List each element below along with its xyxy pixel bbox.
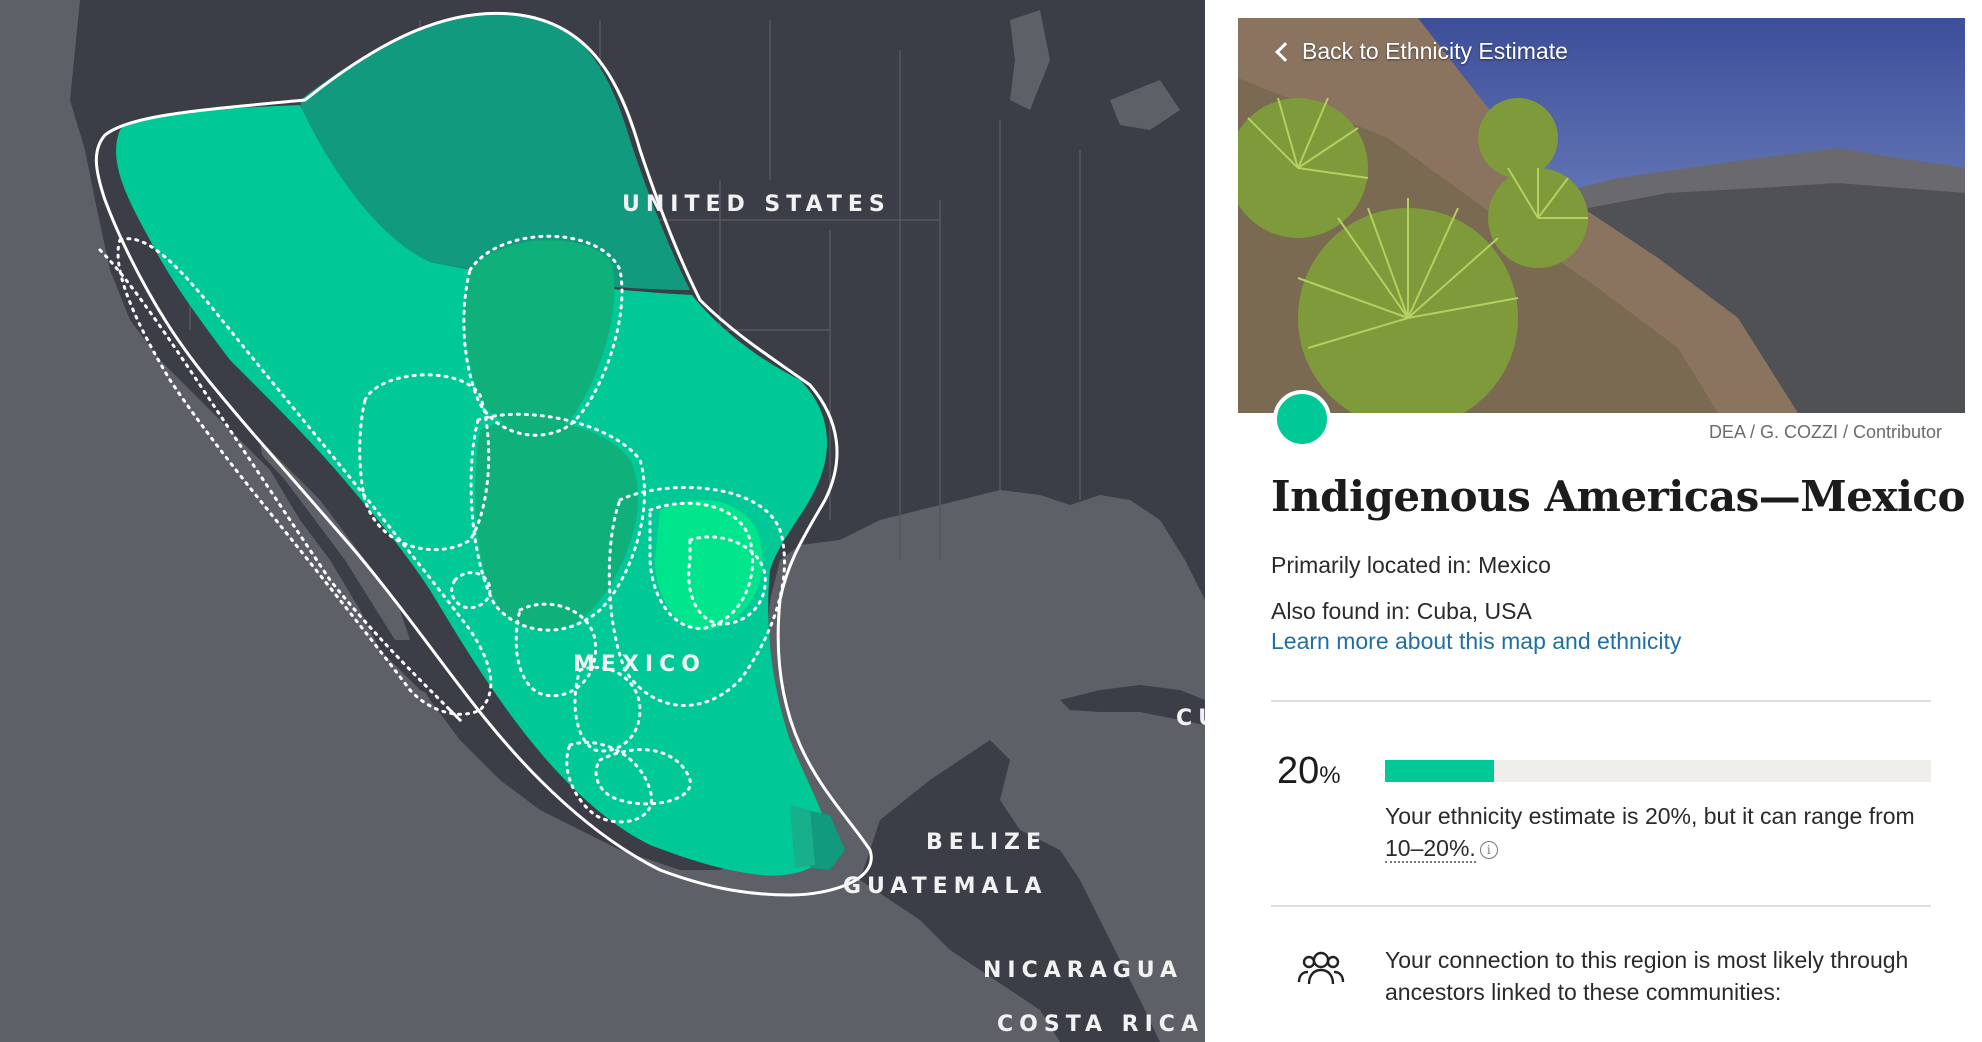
info-icon[interactable]: i (1479, 841, 1498, 859)
range-text: Your ethnicity estimate is 20%, but it c… (1385, 803, 1915, 829)
estimate-range-text: Your ethnicity estimate is 20%, but it c… (1385, 800, 1945, 864)
primary-location: Primarily located in: Mexico (1271, 552, 1551, 578)
back-to-estimate-link[interactable]: Back to Ethnicity Estimate (1275, 38, 1568, 65)
ethnicity-map[interactable]: UNITED STATES MEXICO BELIZE GUATEMALA NI… (0, 0, 1205, 1042)
back-label: Back to Ethnicity Estimate (1302, 38, 1568, 64)
label-mexico: MEXICO (573, 652, 706, 677)
label-belize: BELIZE (926, 830, 1047, 855)
label-united-states: UNITED STATES (622, 192, 891, 217)
people-group-icon (1297, 951, 1345, 985)
divider-1 (1271, 700, 1931, 702)
estimate-percent-value: 20 (1277, 750, 1320, 792)
chevron-left-icon (1275, 42, 1295, 62)
region-color-dot (1273, 390, 1331, 448)
estimate-bar-fill (1385, 760, 1495, 782)
region-title: Indigenous Americas—Mexico (1271, 472, 1966, 521)
photo-credit: DEA / G. COZZI / Contributor (1708, 422, 1942, 442)
ethnicity-detail-panel: Back to Ethnicity Estimate DEA / G. COZZ… (1205, 0, 1982, 1042)
label-costa-rica: COSTA RICA (997, 1012, 1204, 1037)
estimate-percent: 20% (1277, 750, 1341, 793)
learn-more-link[interactable]: Learn more about this map and ethnicity (1271, 628, 1681, 655)
estimate-percent-sign: % (1319, 762, 1341, 789)
divider-2 (1271, 905, 1931, 907)
range-value[interactable]: 10–20%. (1385, 835, 1476, 863)
connection-text: Your connection to this region is most l… (1385, 947, 1909, 1005)
estimate-bar (1385, 760, 1931, 782)
label-guatemala: GUATEMALA (843, 874, 1048, 899)
label-cuba-partial: CU (1176, 706, 1205, 731)
also-found-in: Also found in: Cuba, USA (1271, 598, 1532, 624)
region-photo: Back to Ethnicity Estimate (1238, 18, 1965, 413)
label-nicaragua: NICARAGUA (983, 958, 1184, 983)
